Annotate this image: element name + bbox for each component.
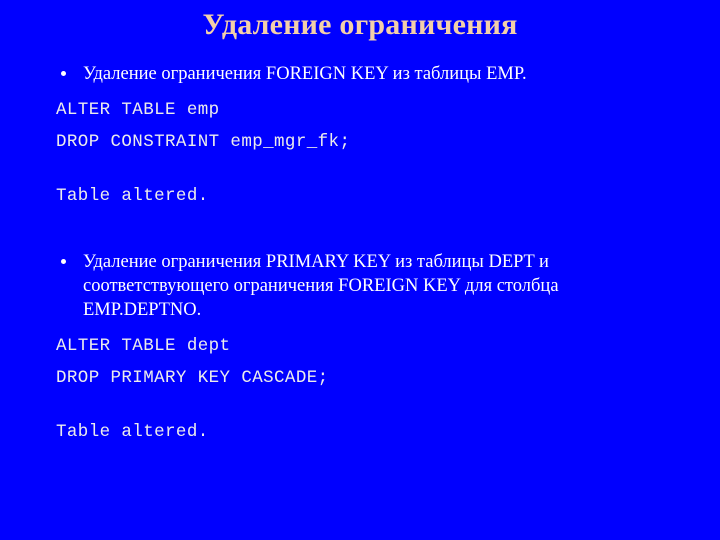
bullet-dot-icon [61, 259, 66, 264]
bullet-item-1-text: Удаление ограничения FOREIGN KEY из табл… [83, 64, 527, 84]
slide: Удаление ограничения Удаление ограничени… [0, 0, 720, 540]
bullet-dot-icon [61, 71, 66, 76]
code-line-drop-constraint: DROP CONSTRAINT emp_mgr_fk; [56, 132, 351, 152]
bullet-item-1: Удаление ограничения FOREIGN KEY из табл… [0, 62, 720, 86]
result-table-altered-2: Table altered. [56, 422, 209, 442]
bullet-item-2: Удаление ограничения PRIMARY KEY из табл… [0, 250, 720, 322]
slide-body: Удаление ограничения FOREIGN KEY из табл… [0, 62, 720, 448]
page-title: Удаление ограничения [202, 8, 518, 41]
result-table-altered-1: Table altered. [56, 186, 209, 206]
code-line-alter-table-emp: ALTER TABLE emp [56, 100, 220, 120]
bullet-item-2-text: Удаление ограничения PRIMARY KEY из табл… [83, 252, 559, 320]
code-line-alter-table-dept: ALTER TABLE dept [56, 336, 231, 356]
code-line-drop-primary-key: DROP PRIMARY KEY CASCADE; [56, 368, 329, 388]
